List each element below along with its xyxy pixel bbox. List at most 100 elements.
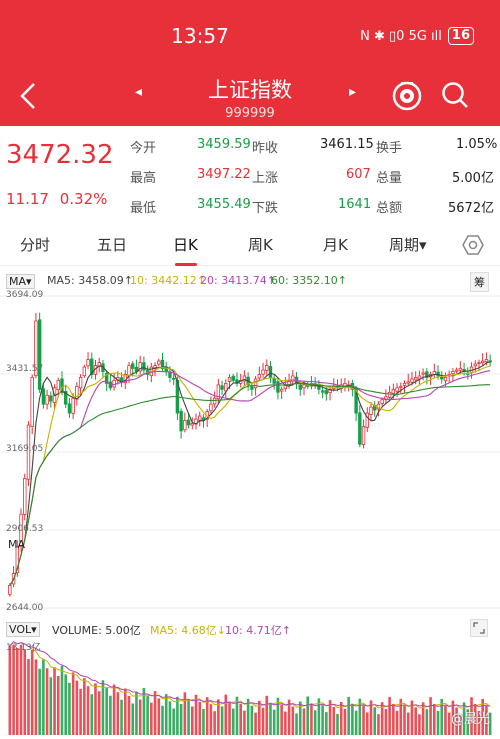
volume-bar <box>198 701 202 735</box>
volume-bar <box>79 688 82 735</box>
volume-bar <box>53 667 56 735</box>
volume-bar <box>231 708 235 735</box>
volume-bar <box>265 695 269 735</box>
candle-body <box>75 385 79 400</box>
volume-bar <box>392 703 395 735</box>
candle-body <box>268 366 273 378</box>
volume-bar <box>403 705 406 735</box>
volume-bar <box>123 688 127 735</box>
ma60-line <box>9 383 491 586</box>
down-count-value: 1641 <box>338 197 372 212</box>
tab-weekly-k[interactable]: 周K <box>248 234 273 255</box>
tab-daily-k[interactable]: 日K <box>173 234 198 255</box>
volume-bar <box>239 703 242 735</box>
candle-body <box>183 420 187 431</box>
candle-body <box>190 423 194 426</box>
search-icon[interactable] <box>440 80 470 110</box>
volume-bar <box>49 677 53 735</box>
volume-label: 总量 <box>376 171 403 186</box>
volume-bar <box>243 710 246 735</box>
volume-bar <box>105 687 108 735</box>
candle-body <box>227 377 232 382</box>
change-percent: 0.32% <box>59 190 108 208</box>
volume-value-label: VOLUME: 5.00亿 <box>52 624 141 637</box>
volume-bar <box>213 711 216 735</box>
volume-bar <box>127 695 131 735</box>
volume-bar <box>321 705 324 735</box>
volume-bar <box>12 645 15 735</box>
candle-body <box>369 406 373 415</box>
volume-svg <box>8 641 492 735</box>
volume-bar <box>176 696 179 735</box>
volume-bar <box>261 707 265 735</box>
y-label-2: 3431.57 <box>6 364 44 374</box>
candle-body <box>454 369 459 372</box>
tab-five-day[interactable]: 五日 <box>97 234 127 255</box>
app-header: 13:57 N ✱ ▯0 5G ıll 16 ◂ 上证指数 999999 ▸ <box>0 0 500 126</box>
candle-body <box>224 382 228 392</box>
candle-body <box>45 394 49 405</box>
candle-body <box>291 375 295 382</box>
ma-selector[interactable]: MA▾ <box>6 274 35 289</box>
back-icon[interactable] <box>14 80 44 112</box>
volume-chart[interactable]: 13.13亿 @晨光 <box>0 638 500 735</box>
volume-bar <box>101 680 105 735</box>
price-change: 11.17 0.32% <box>6 190 107 208</box>
candle-body <box>302 384 306 389</box>
candle-body <box>380 399 384 404</box>
volume-bar <box>164 694 168 735</box>
candle-body <box>198 415 202 421</box>
candle-body <box>8 585 12 595</box>
volume-bar <box>306 696 310 735</box>
prev-stock-button[interactable]: ◂ <box>135 84 142 100</box>
y-label-max: 3694.09 <box>6 290 44 300</box>
chip-distribution-button[interactable]: 筹 <box>470 272 489 292</box>
volume-bar <box>157 698 161 735</box>
tab-monthly-k[interactable]: 月K <box>323 234 348 255</box>
candle-body <box>142 362 146 371</box>
candle-body <box>56 380 60 391</box>
candle-body <box>78 377 83 389</box>
volume-bar <box>384 709 388 735</box>
next-stock-button[interactable]: ▸ <box>349 84 356 100</box>
volume-bar <box>120 699 123 735</box>
volume-bar <box>142 688 146 735</box>
volume-bar <box>179 703 183 735</box>
volume-bar <box>224 694 228 735</box>
title-block: 上证指数 999999 <box>150 74 350 121</box>
volume-bar <box>336 713 339 735</box>
candle-body <box>127 365 131 377</box>
candle-body <box>220 385 224 390</box>
candle-body <box>413 377 418 381</box>
prev-close-label: 昨收 <box>252 141 279 156</box>
volume-bar <box>272 709 276 735</box>
fullscreen-icon[interactable] <box>470 619 488 637</box>
volume-bar <box>377 714 380 735</box>
volume-bar <box>97 691 101 735</box>
volume-bar <box>373 707 377 735</box>
assistant-robot-icon[interactable] <box>390 78 424 112</box>
volume-bar <box>388 697 391 735</box>
kline-chart[interactable]: 3694.09 3431.57 3169.05 2906.53 2644.00 … <box>0 290 500 615</box>
tab-intraday[interactable]: 分时 <box>20 234 50 255</box>
candle-body <box>402 382 407 386</box>
high-label: 最高 <box>130 171 157 186</box>
ma60-value: 60: 3352.10↑ <box>271 274 347 287</box>
volume-bar <box>64 674 68 735</box>
volume-bar <box>269 702 272 735</box>
volume-bar <box>42 659 45 735</box>
settings-icon[interactable] <box>462 234 484 256</box>
volume-bar <box>425 709 429 735</box>
candle-body <box>231 375 235 381</box>
vol-selector[interactable]: VOL▾ <box>6 622 40 637</box>
volume-ma5: MA5: 4.68亿↓ <box>150 624 226 637</box>
ma20-line <box>9 370 491 586</box>
volume-bar <box>310 703 313 735</box>
volume-max-label: 13.13亿 <box>6 643 41 653</box>
candle-body <box>451 371 455 374</box>
volume-bar <box>302 708 306 735</box>
volume-bar <box>220 706 224 735</box>
signal-icons: N ✱ ▯0 5G ıll <box>360 28 442 44</box>
candle-body <box>82 366 87 377</box>
tab-period[interactable]: 周期▾ <box>389 234 427 255</box>
